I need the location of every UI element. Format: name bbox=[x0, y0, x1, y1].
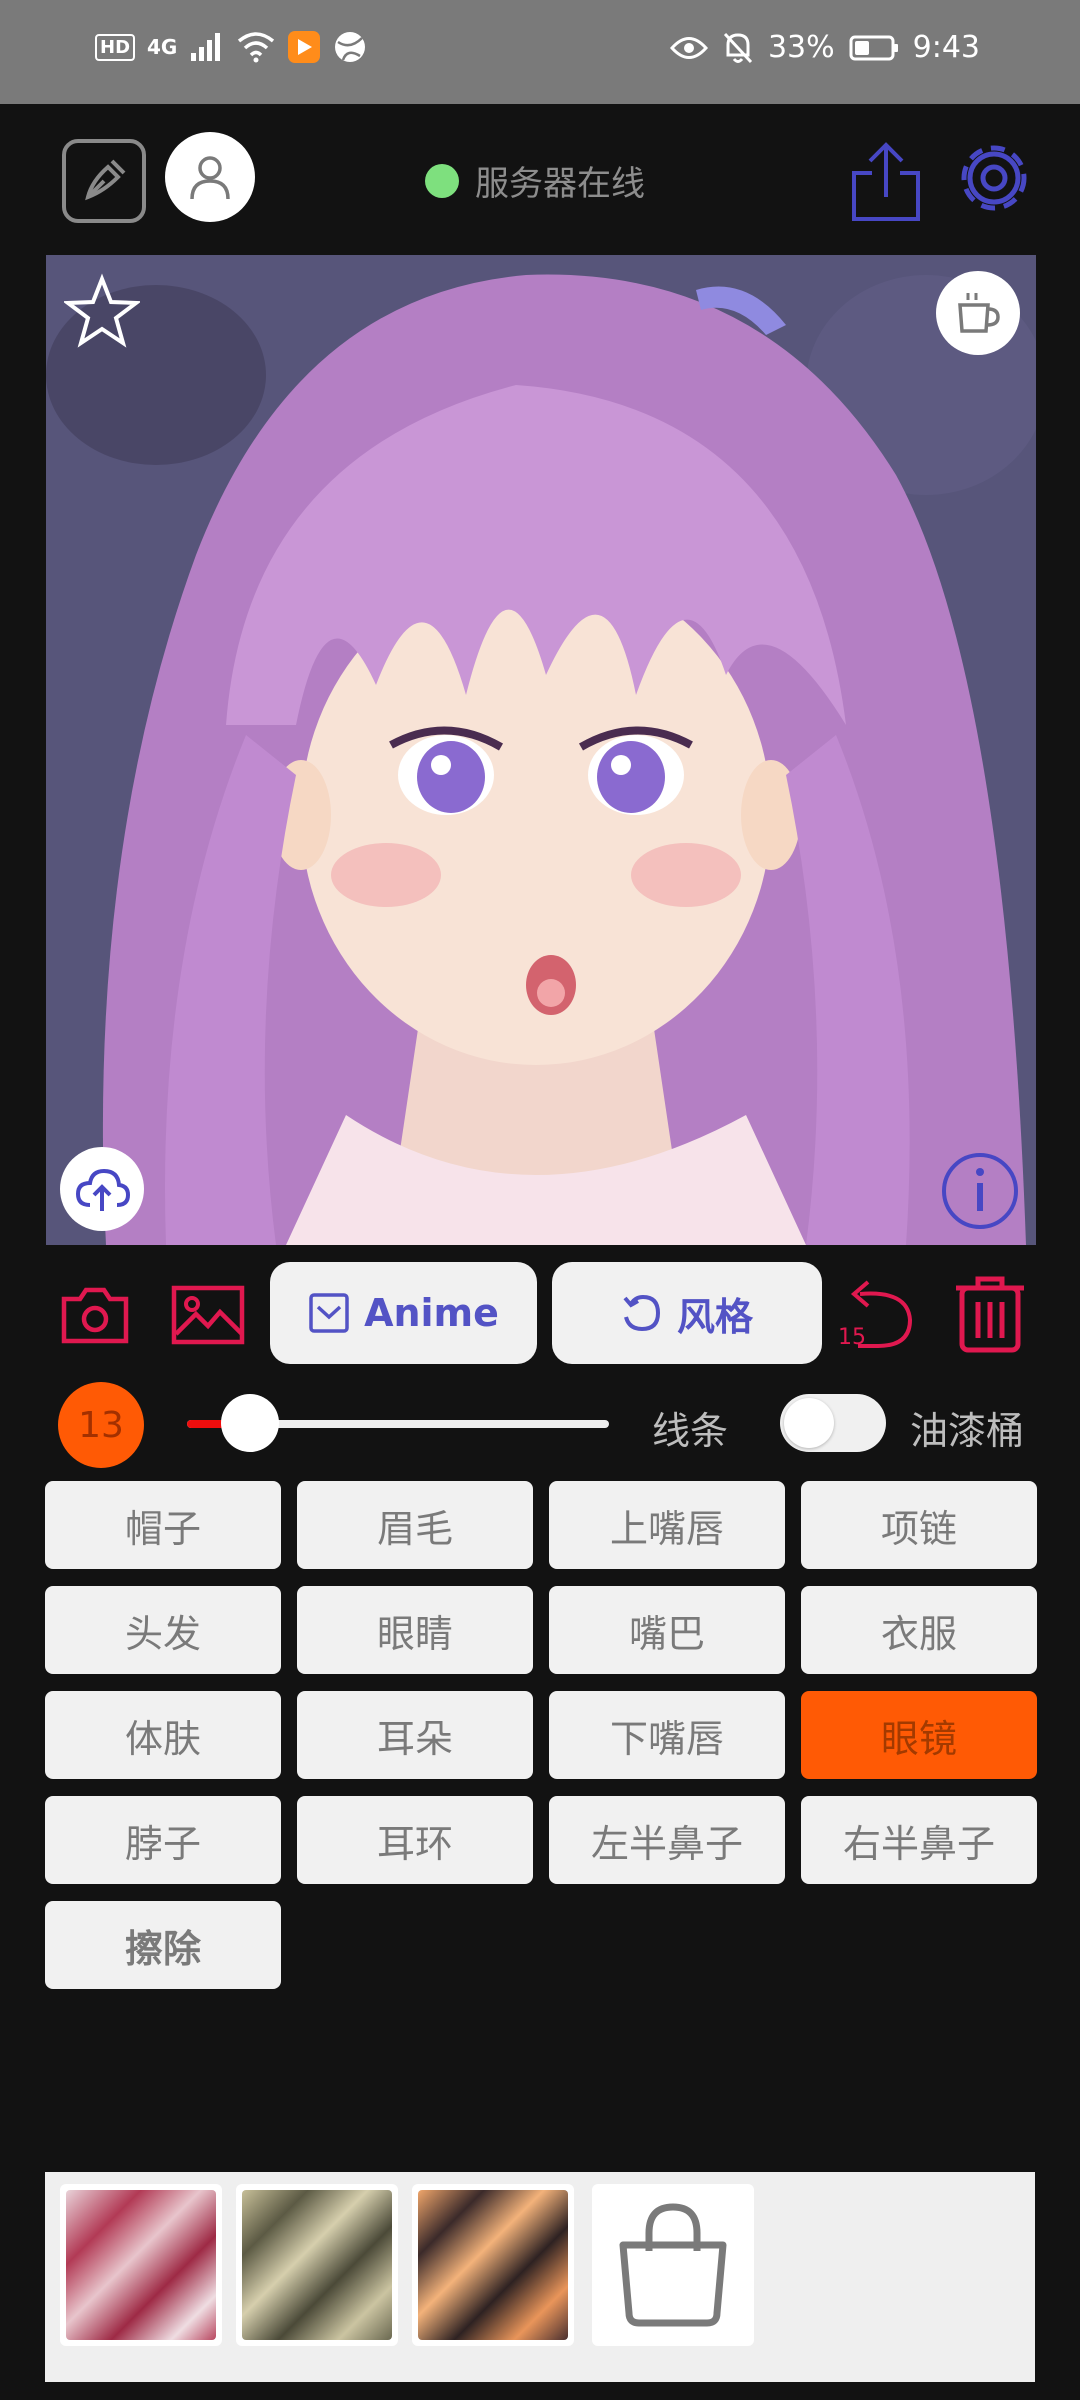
server-status-label: 服务器在线 bbox=[475, 164, 645, 204]
delete-button[interactable] bbox=[950, 1271, 1030, 1357]
share-button[interactable] bbox=[848, 139, 924, 223]
line-label: 线条 bbox=[652, 1409, 729, 1453]
part-button[interactable]: 左半鼻子 bbox=[549, 1796, 785, 1884]
part-button[interactable]: 右半鼻子 bbox=[801, 1796, 1037, 1884]
cloud-upload-icon bbox=[75, 1168, 130, 1211]
sketch-mode-button[interactable] bbox=[62, 139, 146, 223]
app-notification-icon bbox=[288, 31, 321, 63]
shop-button[interactable] bbox=[592, 2184, 754, 2346]
gallery-button[interactable] bbox=[170, 1280, 246, 1350]
star-icon bbox=[62, 273, 142, 348]
brush-controls: 13 线条 油漆桶 bbox=[0, 1378, 1080, 1468]
orange-marble-texture bbox=[418, 2190, 568, 2340]
image-icon bbox=[171, 1285, 245, 1345]
wifi-icon bbox=[238, 32, 275, 63]
part-button[interactable]: 衣服 bbox=[801, 1586, 1037, 1674]
swatch-orange-marble[interactable] bbox=[412, 2184, 574, 2346]
part-button[interactable]: 眼镜 bbox=[801, 1691, 1037, 1779]
part-button[interactable]: 头发 bbox=[45, 1586, 281, 1674]
ball-icon bbox=[335, 32, 366, 62]
server-status: 服务器在线 bbox=[425, 156, 645, 205]
part-button[interactable]: 脖子 bbox=[45, 1796, 281, 1884]
part-button[interactable]: 嘴巴 bbox=[549, 1586, 785, 1674]
drawing-canvas[interactable] bbox=[46, 255, 1036, 1245]
anime-label: Anime bbox=[364, 1291, 499, 1335]
eye-icon bbox=[669, 36, 708, 59]
part-button[interactable]: 眉毛 bbox=[297, 1481, 533, 1569]
mail-check-icon bbox=[309, 1293, 349, 1333]
status-left: HD 4G bbox=[95, 30, 367, 64]
swatch-red-marble[interactable] bbox=[60, 2184, 222, 2346]
network-label: 4G bbox=[147, 35, 178, 59]
upload-button[interactable] bbox=[60, 1147, 144, 1231]
undo-count: 15 bbox=[838, 1325, 866, 1350]
olive-marble-texture bbox=[242, 2190, 392, 2340]
camera-button[interactable] bbox=[60, 1280, 130, 1350]
anime-button[interactable]: Anime bbox=[270, 1262, 537, 1364]
texture-palette bbox=[45, 2172, 1035, 2382]
coffee-cup-icon bbox=[958, 293, 1000, 333]
bucket-toggle[interactable] bbox=[780, 1394, 886, 1452]
part-button[interactable]: 体肤 bbox=[45, 1691, 281, 1779]
status-right: 33% 9:43 bbox=[669, 30, 980, 65]
trash-icon bbox=[956, 1276, 1024, 1353]
bucket-label: 油漆桶 bbox=[910, 1409, 1025, 1453]
style-label: 风格 bbox=[676, 1294, 753, 1339]
status-bar: HD 4G 33% 9:43 bbox=[0, 0, 1080, 104]
user-icon bbox=[190, 156, 230, 200]
brush-size-slider[interactable] bbox=[187, 1394, 609, 1452]
favorite-button[interactable] bbox=[62, 273, 142, 349]
style-button[interactable]: 风格 bbox=[552, 1262, 822, 1364]
part-button[interactable]: 帽子 bbox=[45, 1481, 281, 1569]
battery-percent: 33% bbox=[767, 30, 835, 65]
donate-button[interactable] bbox=[936, 271, 1020, 355]
slider-thumb[interactable] bbox=[221, 1394, 280, 1452]
anime-portrait-image bbox=[46, 255, 1036, 1245]
shopping-bag-icon bbox=[619, 2203, 727, 2327]
info-button[interactable] bbox=[940, 1151, 1020, 1231]
clock: 9:43 bbox=[912, 30, 980, 65]
part-button[interactable]: 眼睛 bbox=[297, 1586, 533, 1674]
info-icon bbox=[942, 1153, 1018, 1229]
bell-muted-icon bbox=[723, 32, 753, 63]
pen-edit-icon bbox=[85, 159, 126, 201]
status-dot bbox=[425, 163, 459, 198]
brush-size-badge: 13 bbox=[58, 1382, 144, 1468]
settings-button[interactable] bbox=[950, 134, 1038, 222]
battery-icon bbox=[849, 35, 898, 60]
avatar-button[interactable] bbox=[165, 132, 255, 222]
share-icon bbox=[852, 142, 920, 221]
signal-icon bbox=[191, 33, 221, 61]
refresh-icon bbox=[623, 1294, 660, 1332]
part-button[interactable]: 项链 bbox=[801, 1481, 1037, 1569]
toggle-knob bbox=[784, 1398, 834, 1448]
part-button[interactable]: 耳环 bbox=[297, 1796, 533, 1884]
red-marble-texture bbox=[66, 2190, 216, 2340]
gear-icon bbox=[961, 145, 1027, 211]
part-button[interactable]: 耳朵 bbox=[297, 1691, 533, 1779]
swatch-olive-marble[interactable] bbox=[236, 2184, 398, 2346]
top-bar: 服务器在线 bbox=[0, 104, 1080, 254]
hd-badge: HD bbox=[95, 33, 136, 61]
tool-row: Anime 风格 15 bbox=[0, 1255, 1080, 1375]
part-button[interactable]: 擦除 bbox=[45, 1901, 281, 1989]
part-button[interactable]: 上嘴唇 bbox=[549, 1481, 785, 1569]
part-button[interactable]: 下嘴唇 bbox=[549, 1691, 785, 1779]
camera-icon bbox=[61, 1287, 129, 1344]
